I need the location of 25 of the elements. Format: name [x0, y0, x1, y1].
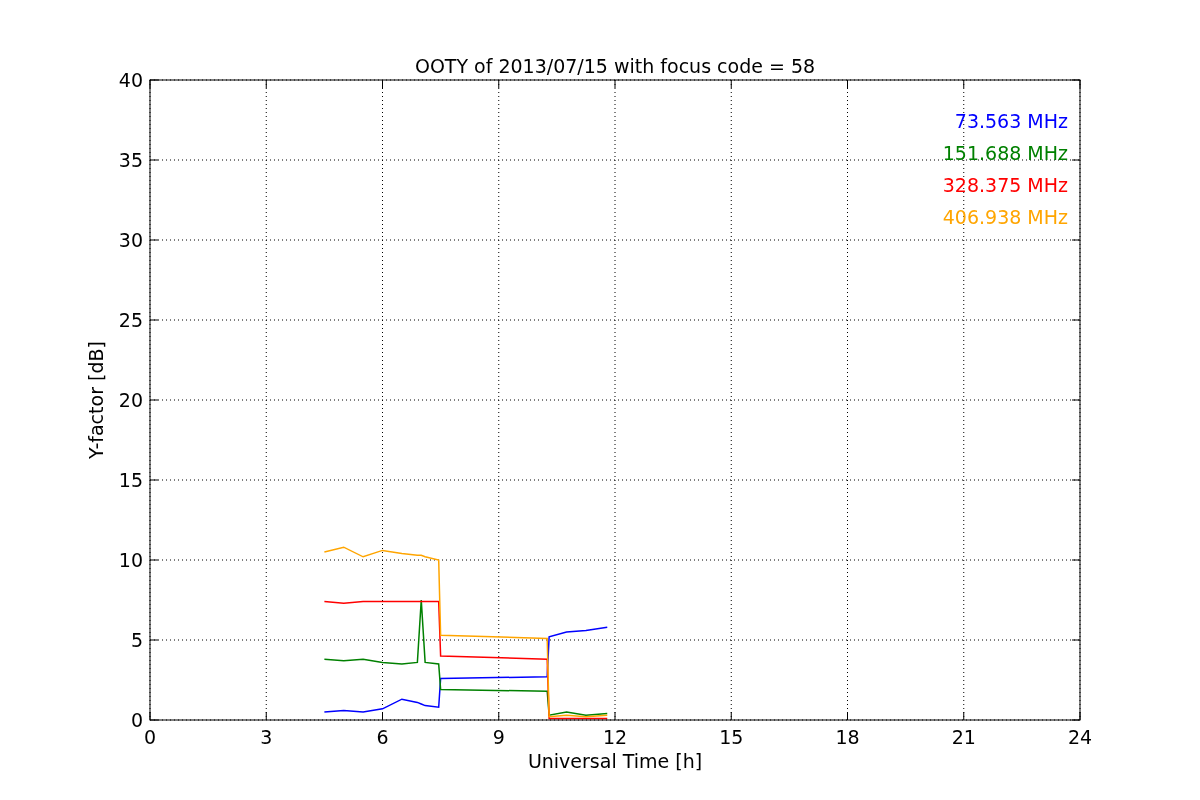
tick-label: 40 — [118, 69, 143, 91]
legend-label: 328.375 MHz — [942, 174, 1068, 196]
tick-label: 35 — [118, 149, 143, 171]
legend-label: 406.938 MHz — [942, 206, 1068, 228]
tick-label: 9 — [492, 726, 505, 748]
tick-label: 15 — [719, 726, 744, 748]
tick-label: 12 — [602, 726, 628, 748]
tick-label: 21 — [951, 726, 976, 748]
tick-label: 5 — [130, 629, 143, 651]
tick-label: 25 — [118, 309, 143, 331]
tick-label: 0 — [143, 726, 157, 748]
tick-label: 30 — [118, 229, 143, 251]
tick-label: 6 — [376, 726, 389, 748]
tick-label: 15 — [118, 469, 143, 491]
tick-label: 24 — [1067, 726, 1093, 748]
tick-label: 3 — [260, 726, 273, 748]
legend-label: 73.563 MHz — [954, 110, 1068, 132]
legend-label: 151.688 MHz — [942, 142, 1068, 164]
axis-label: Y-factor [dB] — [85, 341, 107, 459]
tick-label: 0 — [130, 709, 143, 731]
axis-label: Universal Time [h] — [527, 750, 703, 772]
chart-title: OOTY of 2013/07/15 with focus code = 58 — [414, 55, 816, 77]
tick-label: 18 — [835, 726, 860, 748]
tick-label: 10 — [118, 549, 143, 571]
tick-label: 20 — [118, 389, 143, 411]
